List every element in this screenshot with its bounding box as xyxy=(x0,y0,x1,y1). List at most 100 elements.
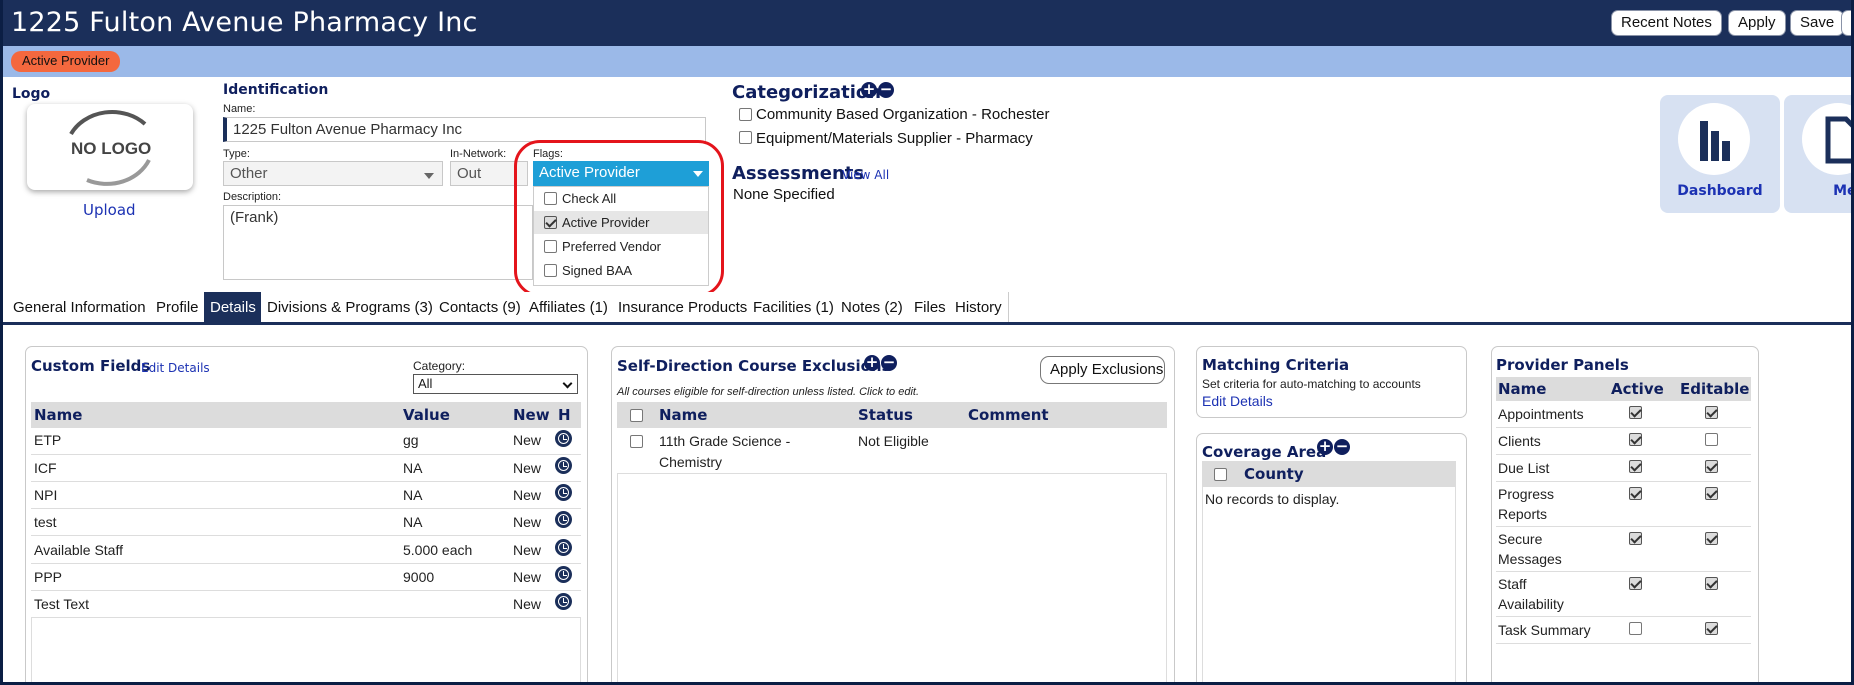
cell-new: New xyxy=(513,460,542,476)
tab-facilities[interactable]: Facilities (1) xyxy=(747,292,841,322)
active-checkbox[interactable] xyxy=(1629,487,1642,500)
logo-placeholder[interactable]: NO LOGO xyxy=(27,104,193,190)
history-icon[interactable] xyxy=(555,593,572,610)
tab-profile[interactable]: Profile xyxy=(150,292,206,322)
provider-panels-heading: Provider Panels xyxy=(1496,356,1629,374)
table-row[interactable]: NPI NA New xyxy=(31,482,581,509)
cell-new: New xyxy=(513,432,542,448)
save-button[interactable]: Save xyxy=(1790,10,1845,36)
upload-link[interactable]: Upload xyxy=(83,201,136,219)
history-icon[interactable] xyxy=(555,430,572,447)
col-name: Name xyxy=(1498,380,1547,398)
view-all-link[interactable]: View All xyxy=(842,168,889,182)
cell-name-line2: Reports xyxy=(1498,506,1548,522)
name-label: Name: xyxy=(223,103,256,115)
table-row[interactable]: 11th Grade Science - Chemistry Not Eligi… xyxy=(617,428,1167,474)
table-row[interactable]: ETP gg New xyxy=(31,428,581,455)
cell-name: NPI xyxy=(34,487,58,503)
add-icon[interactable]: + xyxy=(1317,439,1333,455)
editable-checkbox[interactable] xyxy=(1705,622,1718,635)
metrics-label: Metri xyxy=(1833,183,1851,199)
panel-row-task-summary[interactable]: Task Summary xyxy=(1496,617,1751,644)
tab-divider xyxy=(3,322,1851,325)
description-textarea[interactable]: (Frank) xyxy=(223,205,533,280)
col-active: Active xyxy=(1611,380,1664,398)
category-checkbox[interactable] xyxy=(739,108,752,121)
coverage-header: County xyxy=(1202,461,1456,487)
category-item: Equipment/Materials Supplier - Pharmacy xyxy=(756,130,1033,147)
tab-contacts[interactable]: Contacts (9) xyxy=(433,292,528,322)
tab-affiliates[interactable]: Affiliates (1) xyxy=(523,292,615,322)
history-icon[interactable] xyxy=(555,566,572,583)
tab-history[interactable]: History xyxy=(949,292,1009,322)
category-select[interactable]: All xyxy=(413,374,578,394)
cell-new: New xyxy=(513,596,542,612)
tab-divisions-programs[interactable]: Divisions & Programs (3) xyxy=(261,292,440,322)
history-icon[interactable] xyxy=(555,484,572,501)
active-checkbox[interactable] xyxy=(1629,406,1642,419)
add-icon[interactable]: + xyxy=(864,355,880,371)
panel-row-secure-messages[interactable]: Secure Messages xyxy=(1496,527,1751,572)
cut-off-button[interactable]: C xyxy=(1841,10,1851,36)
provider-panels-header: Name Active Editable xyxy=(1496,377,1751,401)
panel-row-progress-reports[interactable]: Progress Reports xyxy=(1496,482,1751,527)
editable-checkbox[interactable] xyxy=(1705,406,1718,419)
matching-edit-link[interactable]: Edit Details xyxy=(1202,393,1273,409)
description-label: Description: xyxy=(223,191,282,203)
active-checkbox[interactable] xyxy=(1629,433,1642,446)
panel-row-clients[interactable]: Clients xyxy=(1496,428,1751,455)
tab-files[interactable]: Files xyxy=(908,292,953,322)
history-icon[interactable] xyxy=(555,457,572,474)
panel-row-staff-availability[interactable]: Staff Availability xyxy=(1496,572,1751,617)
col-new: New xyxy=(513,406,550,424)
history-icon[interactable] xyxy=(555,511,572,528)
tab-general-information[interactable]: General Information xyxy=(7,292,153,322)
editable-checkbox[interactable] xyxy=(1705,577,1718,590)
dashboard-tile[interactable]: Dashboard xyxy=(1660,95,1780,213)
select-all-checkbox[interactable] xyxy=(630,409,643,422)
editable-checkbox[interactable] xyxy=(1705,460,1718,473)
recent-notes-button[interactable]: Recent Notes xyxy=(1611,10,1722,36)
remove-icon[interactable]: − xyxy=(1334,439,1350,455)
tab-notes[interactable]: Notes (2) xyxy=(835,292,910,322)
table-row[interactable]: Available Staff 5.000 each New xyxy=(31,536,581,564)
table-empty-area xyxy=(617,474,1167,682)
name-input[interactable]: 1225 Fulton Avenue Pharmacy Inc xyxy=(223,117,706,142)
tile-circle xyxy=(1802,103,1851,175)
cell-name: Due List xyxy=(1498,460,1550,476)
active-checkbox[interactable] xyxy=(1629,622,1642,635)
editable-checkbox[interactable] xyxy=(1705,433,1718,446)
panel-row-appointments[interactable]: Appointments xyxy=(1496,401,1751,428)
remove-icon[interactable]: − xyxy=(881,355,897,371)
row-checkbox[interactable] xyxy=(630,435,643,448)
add-icon[interactable]: + xyxy=(861,82,877,98)
metrics-tile[interactable]: Metri xyxy=(1784,95,1851,213)
remove-icon[interactable]: − xyxy=(878,82,894,98)
apply-exclusions-button[interactable]: Apply Exclusions xyxy=(1040,356,1165,384)
table-row[interactable]: PPP 9000 New xyxy=(31,564,581,591)
status-badge[interactable]: Active Provider xyxy=(11,51,121,72)
tab-details[interactable]: Details xyxy=(204,292,263,322)
active-checkbox[interactable] xyxy=(1629,577,1642,590)
category-checkbox[interactable] xyxy=(739,131,752,144)
editable-checkbox[interactable] xyxy=(1705,487,1718,500)
panel-row-due-list[interactable]: Due List xyxy=(1496,455,1751,482)
editable-checkbox[interactable] xyxy=(1705,532,1718,545)
col-name: Name xyxy=(659,406,708,424)
type-select[interactable]: Other xyxy=(223,161,443,186)
category-item: Community Based Organization - Rochester xyxy=(756,106,1050,123)
matching-heading: Matching Criteria xyxy=(1202,356,1350,374)
select-all-checkbox[interactable] xyxy=(1214,468,1227,481)
history-icon[interactable] xyxy=(555,539,572,556)
tab-insurance-products[interactable]: Insurance Products xyxy=(612,292,755,322)
edit-details-link[interactable]: Edit Details xyxy=(141,361,210,375)
table-row[interactable]: ICF NA New xyxy=(31,455,581,482)
table-row[interactable]: Test Text New xyxy=(31,591,581,618)
active-checkbox[interactable] xyxy=(1629,532,1642,545)
col-county: County xyxy=(1244,465,1304,483)
apply-button[interactable]: Apply xyxy=(1728,10,1786,36)
highlight-annotation xyxy=(514,140,724,297)
document-icon xyxy=(1825,116,1851,164)
active-checkbox[interactable] xyxy=(1629,460,1642,473)
table-row[interactable]: test NA New xyxy=(31,509,581,536)
